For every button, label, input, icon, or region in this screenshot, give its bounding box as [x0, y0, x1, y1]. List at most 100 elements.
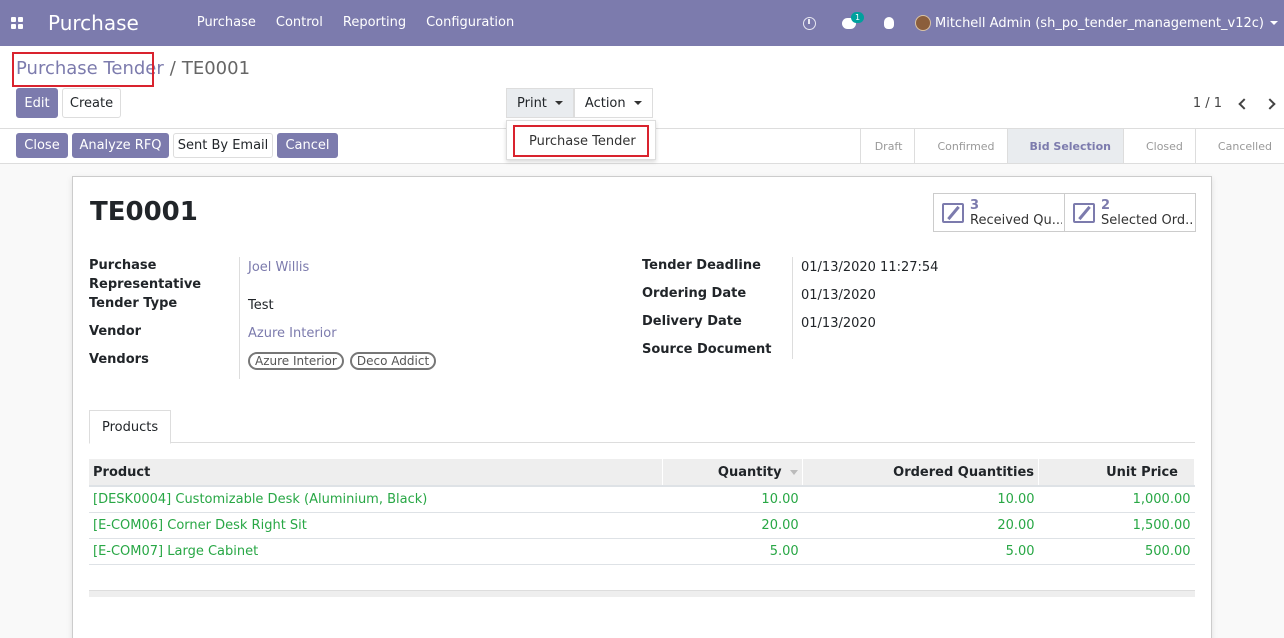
control-panel: Purchase Tender / TE0001 Edit Create Pri…	[0, 46, 1284, 129]
delivery-date-label: Delivery Date	[642, 314, 742, 329]
vendor-value[interactable]: Azure Interior	[248, 324, 337, 343]
stage-bid-selection[interactable]: Bid Selection	[1006, 129, 1123, 163]
chevron-down-icon	[633, 101, 642, 105]
col-unit-price[interactable]: Unit Price	[1038, 459, 1195, 487]
cell-product: [E-COM07] Large Cabinet	[89, 538, 663, 565]
stage-draft[interactable]: Draft	[859, 129, 915, 163]
tender-deadline-value: 01/13/2020 11:27:54	[801, 260, 939, 275]
notebook-tabs: Products	[89, 410, 1195, 444]
apps-menu-icon[interactable]	[11, 17, 23, 29]
top-navbar: Purchase Purchase Control Reporting Conf…	[0, 0, 1284, 46]
right-group-divider	[792, 257, 793, 359]
received-quotations-smart-button[interactable]: 3 Received Qu...	[933, 193, 1065, 232]
cell-quantity: 5.00	[662, 538, 803, 565]
debug-bug-icon[interactable]	[869, 0, 909, 46]
form-sheet: TE0001 3 Received Qu... 2 Selected Ord..…	[72, 176, 1212, 638]
breadcrumb-separator: /	[169, 58, 176, 79]
vendors-tags: Azure Interior Deco Addict	[248, 352, 438, 371]
close-button[interactable]: Close	[16, 133, 68, 158]
selected-orders-smart-button[interactable]: 2 Selected Ord...	[1064, 193, 1196, 232]
print-dropdown-button[interactable]: Print	[506, 88, 574, 118]
products-table: Product Quantity Ordered Quantities Unit…	[89, 459, 1195, 565]
edit-icon	[942, 202, 964, 223]
stage-closed[interactable]: Closed	[1122, 129, 1195, 163]
smart-button-label: Selected Ord...	[1101, 212, 1193, 228]
app-brand: Purchase	[48, 11, 139, 35]
col-quantity-label: Quantity	[717, 464, 782, 480]
smart-button-label: Received Qu...	[970, 212, 1062, 228]
chevron-down-icon	[554, 101, 563, 105]
pager-next-icon[interactable]	[1264, 97, 1276, 110]
table-row[interactable]: [E-COM07] Large Cabinet 5.00 5.00 500.00	[89, 538, 1195, 565]
cell-product: [DESK0004] Customizable Desk (Aluminium,…	[89, 486, 663, 513]
action-dropdown-button[interactable]: Action	[573, 88, 653, 118]
messaging-chat-icon[interactable]: 1	[829, 0, 869, 46]
cell-unit-price: 1,500.00	[1038, 512, 1195, 539]
chevron-down-icon	[1270, 21, 1278, 25]
cell-quantity: 20.00	[662, 512, 803, 539]
cell-unit-price: 1,000.00	[1038, 486, 1195, 513]
tender-type-value: Test	[248, 298, 274, 313]
purchase-rep-value[interactable]: Joel Willis	[248, 258, 309, 277]
table-row[interactable]: [E-COM06] Corner Desk Right Sit 20.00 20…	[89, 512, 1195, 539]
table-row[interactable]: [DESK0004] Customizable Desk (Aluminium,…	[89, 486, 1195, 513]
source-document-label: Source Document	[642, 342, 772, 357]
smart-button-text: 3 Received Qu...	[970, 198, 1062, 228]
stage-cancelled[interactable]: Cancelled	[1194, 129, 1284, 163]
smart-button-count: 2	[1101, 197, 1111, 213]
col-product[interactable]: Product	[89, 459, 664, 487]
tender-type-label: Tender Type	[89, 296, 178, 311]
tab-products[interactable]: Products	[89, 410, 172, 444]
table-footer	[89, 590, 1195, 597]
col-quantity[interactable]: Quantity	[662, 459, 804, 487]
sent-by-email-button[interactable]: Sent By Email	[173, 133, 273, 158]
user-name: Mitchell Admin (sh_po_tender_management_…	[935, 15, 1264, 31]
activity-clock-icon[interactable]	[789, 0, 829, 46]
col-ordered-quantities[interactable]: Ordered Quantities	[802, 459, 1040, 487]
menu-reporting[interactable]: Reporting	[333, 0, 416, 46]
cell-ordered-quantity: 5.00	[802, 538, 1039, 565]
ordering-date-label: Ordering Date	[642, 286, 747, 301]
purchase-rep-label-line1: Purchase	[89, 258, 157, 273]
cell-unit-price: 500.00	[1038, 538, 1195, 565]
purchase-rep-label-line2: Representative	[89, 277, 202, 292]
vendor-tag[interactable]: Azure Interior	[248, 352, 344, 370]
cancel-button[interactable]: Cancel	[277, 133, 338, 158]
stage-confirmed[interactable]: Confirmed	[914, 129, 1006, 163]
ordering-date-value: 01/13/2020	[801, 288, 876, 303]
action-label: Action	[584, 95, 626, 111]
edit-button[interactable]: Edit	[16, 88, 58, 118]
sort-down-icon	[790, 469, 799, 475]
menu-configuration[interactable]: Configuration	[416, 0, 524, 46]
record-title: TE0001	[90, 197, 198, 227]
print-action-group: Print Action	[506, 88, 653, 118]
menu-purchase[interactable]: Purchase	[187, 0, 266, 46]
print-label: Print	[517, 95, 547, 111]
stage-pipeline: Draft Confirmed Bid Selection Closed Can…	[859, 129, 1284, 163]
analyze-rfq-button[interactable]: Analyze RFQ	[72, 133, 169, 158]
menu-control[interactable]: Control	[266, 0, 333, 46]
chat-count-badge: 1	[851, 12, 865, 23]
left-group-divider	[239, 257, 240, 379]
pager-value[interactable]: 1 / 1	[1193, 96, 1222, 111]
tender-deadline-label: Tender Deadline	[642, 258, 761, 273]
vendors-label: Vendors	[89, 352, 149, 367]
breadcrumb-current: TE0001	[181, 58, 251, 79]
smart-button-text: 2 Selected Ord...	[1101, 198, 1193, 228]
table-header-row: Product Quantity Ordered Quantities Unit…	[89, 459, 1195, 487]
cell-quantity: 10.00	[662, 486, 803, 513]
user-menu[interactable]: Mitchell Admin (sh_po_tender_management_…	[915, 15, 1278, 31]
avatar	[915, 15, 931, 31]
navbar-systray: 1 Mitchell Admin (sh_po_tender_managemen…	[789, 0, 1284, 46]
print-dropdown-menu: Purchase Tender	[506, 120, 656, 160]
smart-button-count: 3	[970, 197, 980, 213]
edit-icon	[1073, 202, 1095, 223]
print-purchase-tender-item[interactable]: Purchase Tender	[513, 125, 649, 157]
vendor-tag[interactable]: Deco Addict	[349, 352, 437, 370]
pager-previous-icon[interactable]	[1238, 97, 1250, 110]
cell-product: [E-COM06] Corner Desk Right Sit	[89, 512, 663, 539]
create-button[interactable]: Create	[62, 88, 121, 118]
main-menu: Purchase Control Reporting Configuration	[187, 0, 524, 46]
vendor-label: Vendor	[89, 324, 142, 339]
breadcrumb-highlight-box	[12, 52, 154, 87]
